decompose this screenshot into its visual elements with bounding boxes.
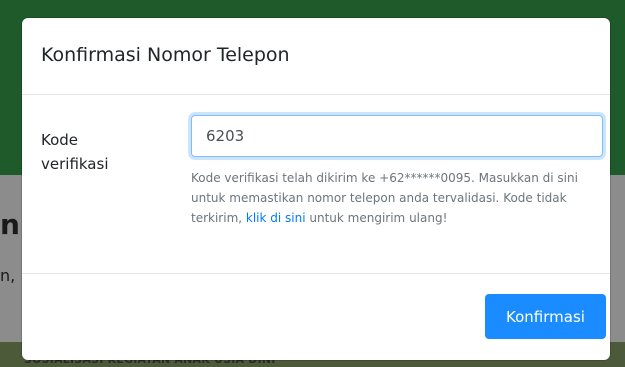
resend-code-link[interactable]: klik di sini xyxy=(246,211,306,225)
modal-footer: Konfirmasi xyxy=(22,273,610,360)
background-heading-fragment: n xyxy=(0,208,20,241)
modal-title: Konfirmasi Nomor Telepon xyxy=(41,44,290,66)
help-text-tail: untuk mengirim ulang! xyxy=(305,211,448,225)
background-text-fragment: n, xyxy=(0,266,16,285)
modal-header: Konfirmasi Nomor Telepon xyxy=(22,18,610,95)
modal-body: Kode verifikasi Kode verifikasi telah di… xyxy=(22,95,610,273)
verification-code-input[interactable] xyxy=(191,115,603,157)
verification-help-text: Kode verifikasi telah dikirim ke +62****… xyxy=(191,168,605,228)
verification-code-label: Kode verifikasi xyxy=(41,131,109,173)
confirm-button[interactable]: Konfirmasi xyxy=(485,294,606,339)
phone-confirmation-modal: Konfirmasi Nomor Telepon Kode verifikasi… xyxy=(22,18,610,360)
